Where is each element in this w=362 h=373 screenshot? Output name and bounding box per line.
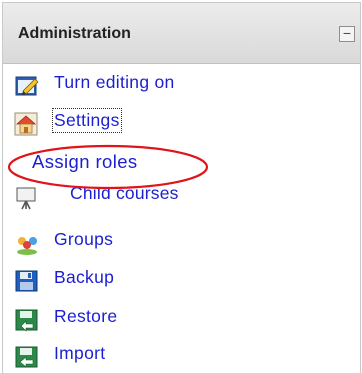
menu-item-restore[interactable]: Restore (14, 304, 334, 334)
block-title: Administration (18, 25, 131, 42)
block-header: Administration − (3, 3, 360, 64)
menu-item-label[interactable]: Import (54, 343, 105, 364)
menu-item-label[interactable]: Restore (54, 306, 117, 327)
menu-item-turn-editing-on[interactable]: Turn editing on (14, 70, 334, 100)
settings-house-icon (14, 112, 38, 136)
menu-item-label[interactable]: Settings (52, 108, 122, 133)
menu-item-import[interactable]: Import (14, 341, 334, 371)
import-icon (15, 346, 38, 368)
menu-item-groups[interactable]: Groups (14, 227, 334, 257)
menu-item-settings[interactable]: Settings (14, 108, 334, 138)
backup-disk-icon (15, 270, 38, 292)
edit-pencil-icon (15, 76, 39, 96)
assign-roles-link[interactable]: Assign roles (32, 151, 138, 173)
restore-icon (15, 309, 38, 332)
groups-icon (17, 237, 37, 255)
menu-item-label[interactable]: Groups (54, 229, 113, 250)
collapse-button[interactable]: − (339, 26, 355, 42)
menu-item-label[interactable]: Backup (54, 267, 114, 288)
menu-item-backup[interactable]: Backup (14, 265, 334, 295)
menu-item-label[interactable]: Turn editing on (54, 72, 175, 93)
